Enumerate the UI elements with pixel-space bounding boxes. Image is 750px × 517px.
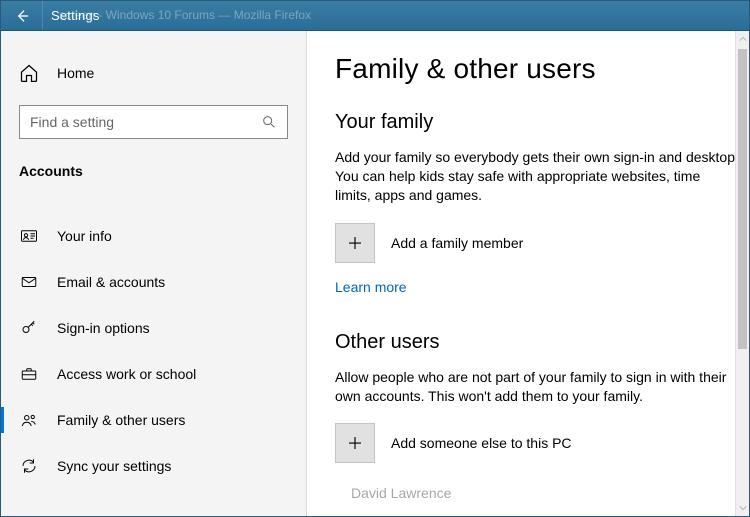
home-icon — [19, 63, 39, 83]
nav-email-accounts[interactable]: Email & accounts — [1, 259, 306, 305]
scroll-up-arrow-icon[interactable] — [736, 31, 749, 47]
plus-icon — [346, 234, 364, 252]
body: Home Accounts Your info Email & accounts — [1, 31, 749, 516]
page-title: Family & other users — [335, 53, 741, 85]
plus-icon — [346, 434, 364, 452]
scrollbar-thumb[interactable] — [738, 49, 747, 349]
other-users-description: Allow people who are not part of your fa… — [335, 368, 741, 406]
nav-list: Your info Email & accounts Sign-in optio… — [1, 213, 306, 489]
add-other-user-button[interactable] — [335, 423, 375, 463]
home-nav[interactable]: Home — [1, 53, 306, 93]
vertical-scrollbar[interactable] — [735, 31, 749, 516]
person-card-icon — [19, 227, 39, 245]
user-name: David Lawrence — [351, 485, 451, 501]
app-title: Settings — [51, 8, 100, 23]
learn-more-link[interactable]: Learn more — [335, 279, 407, 295]
section-label: Accounts — [1, 139, 306, 187]
search-input[interactable] — [30, 114, 261, 130]
your-family-description: Add your family so everybody gets their … — [335, 148, 741, 205]
back-arrow-icon — [14, 8, 30, 24]
search-icon — [261, 114, 277, 130]
settings-window: screen - Windows 10 Forums — Mozilla Fir… — [0, 0, 750, 517]
nav-label: Email & accounts — [57, 274, 165, 290]
title-bar: screen - Windows 10 Forums — Mozilla Fir… — [1, 1, 749, 31]
nav-label: Sync your settings — [57, 458, 171, 474]
nav-access-work[interactable]: Access work or school — [1, 351, 306, 397]
people-icon — [19, 411, 39, 429]
mail-icon — [19, 273, 39, 291]
scroll-down-arrow-icon[interactable] — [736, 500, 749, 516]
nav-sync-settings[interactable]: Sync your settings — [1, 443, 306, 489]
nav-label: Your info — [57, 228, 112, 244]
nav-family-other-users[interactable]: Family & other users — [1, 397, 306, 443]
your-family-heading: Your family — [335, 111, 741, 134]
add-family-member-button[interactable] — [335, 223, 375, 263]
add-family-member-row[interactable]: Add a family member — [335, 223, 741, 263]
briefcase-icon — [19, 365, 39, 383]
other-users-heading: Other users — [335, 331, 741, 354]
home-label: Home — [57, 65, 94, 81]
add-other-user-label: Add someone else to this PC — [391, 435, 572, 451]
search-box[interactable] — [19, 105, 288, 139]
nav-label: Access work or school — [57, 366, 196, 382]
nav-label: Family & other users — [57, 412, 185, 428]
nav-label: Sign-in options — [57, 320, 150, 336]
add-other-user-row[interactable]: Add someone else to this PC — [335, 423, 741, 463]
sync-icon — [19, 457, 39, 475]
main-content: Family & other users Your family Add you… — [307, 31, 749, 516]
nav-signin-options[interactable]: Sign-in options — [1, 305, 306, 351]
sidebar: Home Accounts Your info Email & accounts — [1, 31, 307, 516]
user-entry[interactable]: David Lawrence — [335, 485, 741, 501]
key-icon — [19, 319, 39, 337]
nav-your-info[interactable]: Your info — [1, 213, 306, 259]
back-button[interactable] — [1, 1, 43, 31]
add-family-member-label: Add a family member — [391, 235, 523, 251]
